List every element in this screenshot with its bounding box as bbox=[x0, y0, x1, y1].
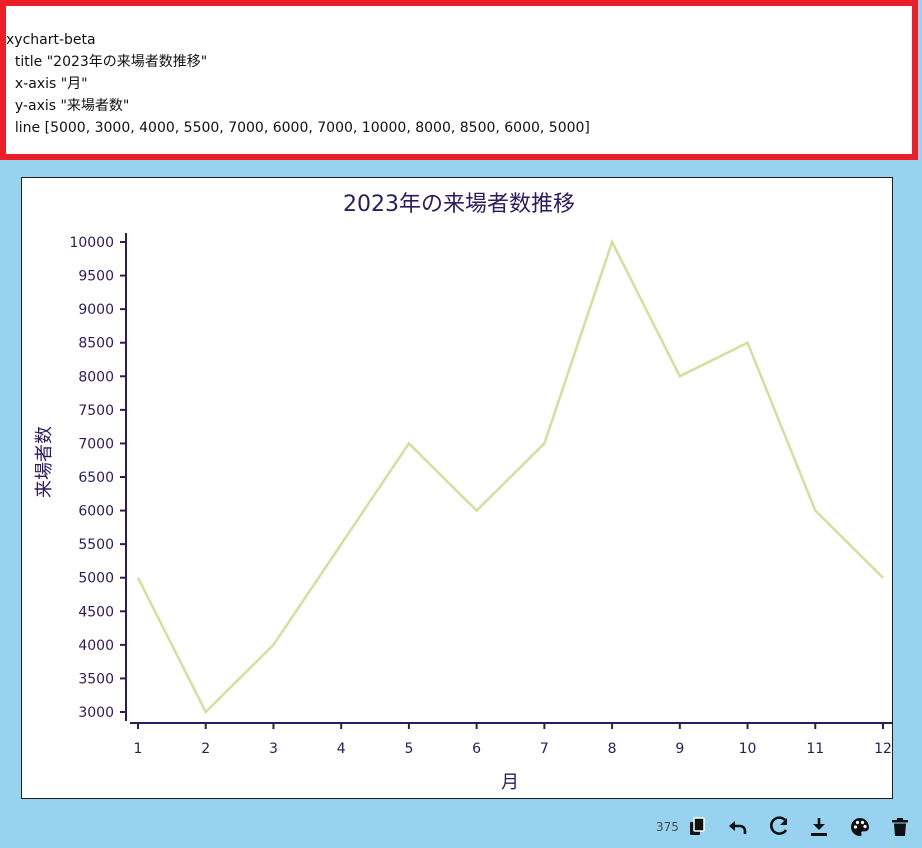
x-tick-label: 4 bbox=[337, 741, 346, 757]
editor-line[interactable]: line [5000, 3000, 4000, 5500, 7000, 6000… bbox=[6, 117, 590, 139]
trash-icon[interactable] bbox=[888, 815, 912, 839]
series bbox=[136, 238, 884, 715]
y-axis: 3000 3500 4000 4500 5000 5500 6000 6500 7000 7500… bbox=[69, 233, 127, 721]
x-tick-label: 8 bbox=[608, 741, 617, 757]
x-axis-label: 月 bbox=[501, 772, 519, 793]
undo-icon[interactable] bbox=[726, 815, 750, 839]
x-tick-label: 11 bbox=[806, 741, 824, 757]
y-tick-label: 7500 bbox=[78, 403, 114, 419]
line-chart: 2023年の来場者数推移 来場者数 月 3000 3500 4000 4500 5000… bbox=[34, 192, 892, 793]
y-tick-label: 5500 bbox=[78, 537, 114, 553]
y-tick-label: 10000 bbox=[69, 235, 114, 251]
editor-line[interactable]: xychart-beta bbox=[6, 29, 96, 51]
editor-line[interactable]: x-axis "月" bbox=[6, 73, 88, 95]
redo-icon[interactable] bbox=[767, 815, 791, 839]
series-line bbox=[136, 238, 884, 715]
x-tick-label: 7 bbox=[540, 741, 549, 757]
x-tick-label: 12 bbox=[874, 741, 892, 757]
y-axis-label: 来場者数 bbox=[34, 426, 55, 498]
y-tick-label: 3500 bbox=[78, 671, 114, 687]
chart-preview: 2023年の来場者数推移 来場者数 月 3000 3500 4000 4500 5000… bbox=[21, 177, 893, 799]
editor-line[interactable]: title "2023年の来場者数推移" bbox=[6, 51, 207, 73]
y-tick-label: 9500 bbox=[78, 269, 114, 285]
toolbar: 375 bbox=[640, 810, 920, 844]
y-tick-label: 9000 bbox=[78, 302, 114, 318]
x-tick-label: 5 bbox=[404, 741, 413, 757]
y-tick-label: 3000 bbox=[78, 705, 114, 721]
x-tick-label: 10 bbox=[739, 741, 757, 757]
download-icon[interactable] bbox=[807, 815, 831, 839]
y-tick-label: 8000 bbox=[78, 369, 114, 385]
x-tick-label: 9 bbox=[675, 741, 684, 757]
code-editor[interactable]: xychart-beta title "2023年の来場者数推移" x-axis… bbox=[0, 0, 918, 160]
editor-line[interactable]: y-axis "来場者数" bbox=[6, 95, 129, 117]
chart-title: 2023年の来場者数推移 bbox=[343, 192, 575, 217]
palette-icon[interactable] bbox=[848, 815, 872, 839]
x-tick-label: 3 bbox=[269, 741, 278, 757]
y-tick-label: 7000 bbox=[78, 436, 114, 452]
x-tick-label: 1 bbox=[134, 741, 143, 757]
y-tick-label: 6500 bbox=[78, 470, 114, 486]
y-tick-label: 4000 bbox=[78, 638, 114, 654]
y-tick-label: 8500 bbox=[78, 336, 114, 352]
y-tick-label: 5000 bbox=[78, 571, 114, 587]
x-axis: 1 2 3 4 5 6 7 8 9 10 11 12 bbox=[130, 722, 892, 757]
x-tick-label: 2 bbox=[201, 741, 210, 757]
y-tick-label: 6000 bbox=[78, 504, 114, 520]
copy-icon[interactable] bbox=[686, 815, 710, 839]
x-tick-label: 6 bbox=[472, 741, 481, 757]
y-tick-label: 4500 bbox=[78, 604, 114, 620]
character-count: 375 bbox=[656, 820, 679, 834]
